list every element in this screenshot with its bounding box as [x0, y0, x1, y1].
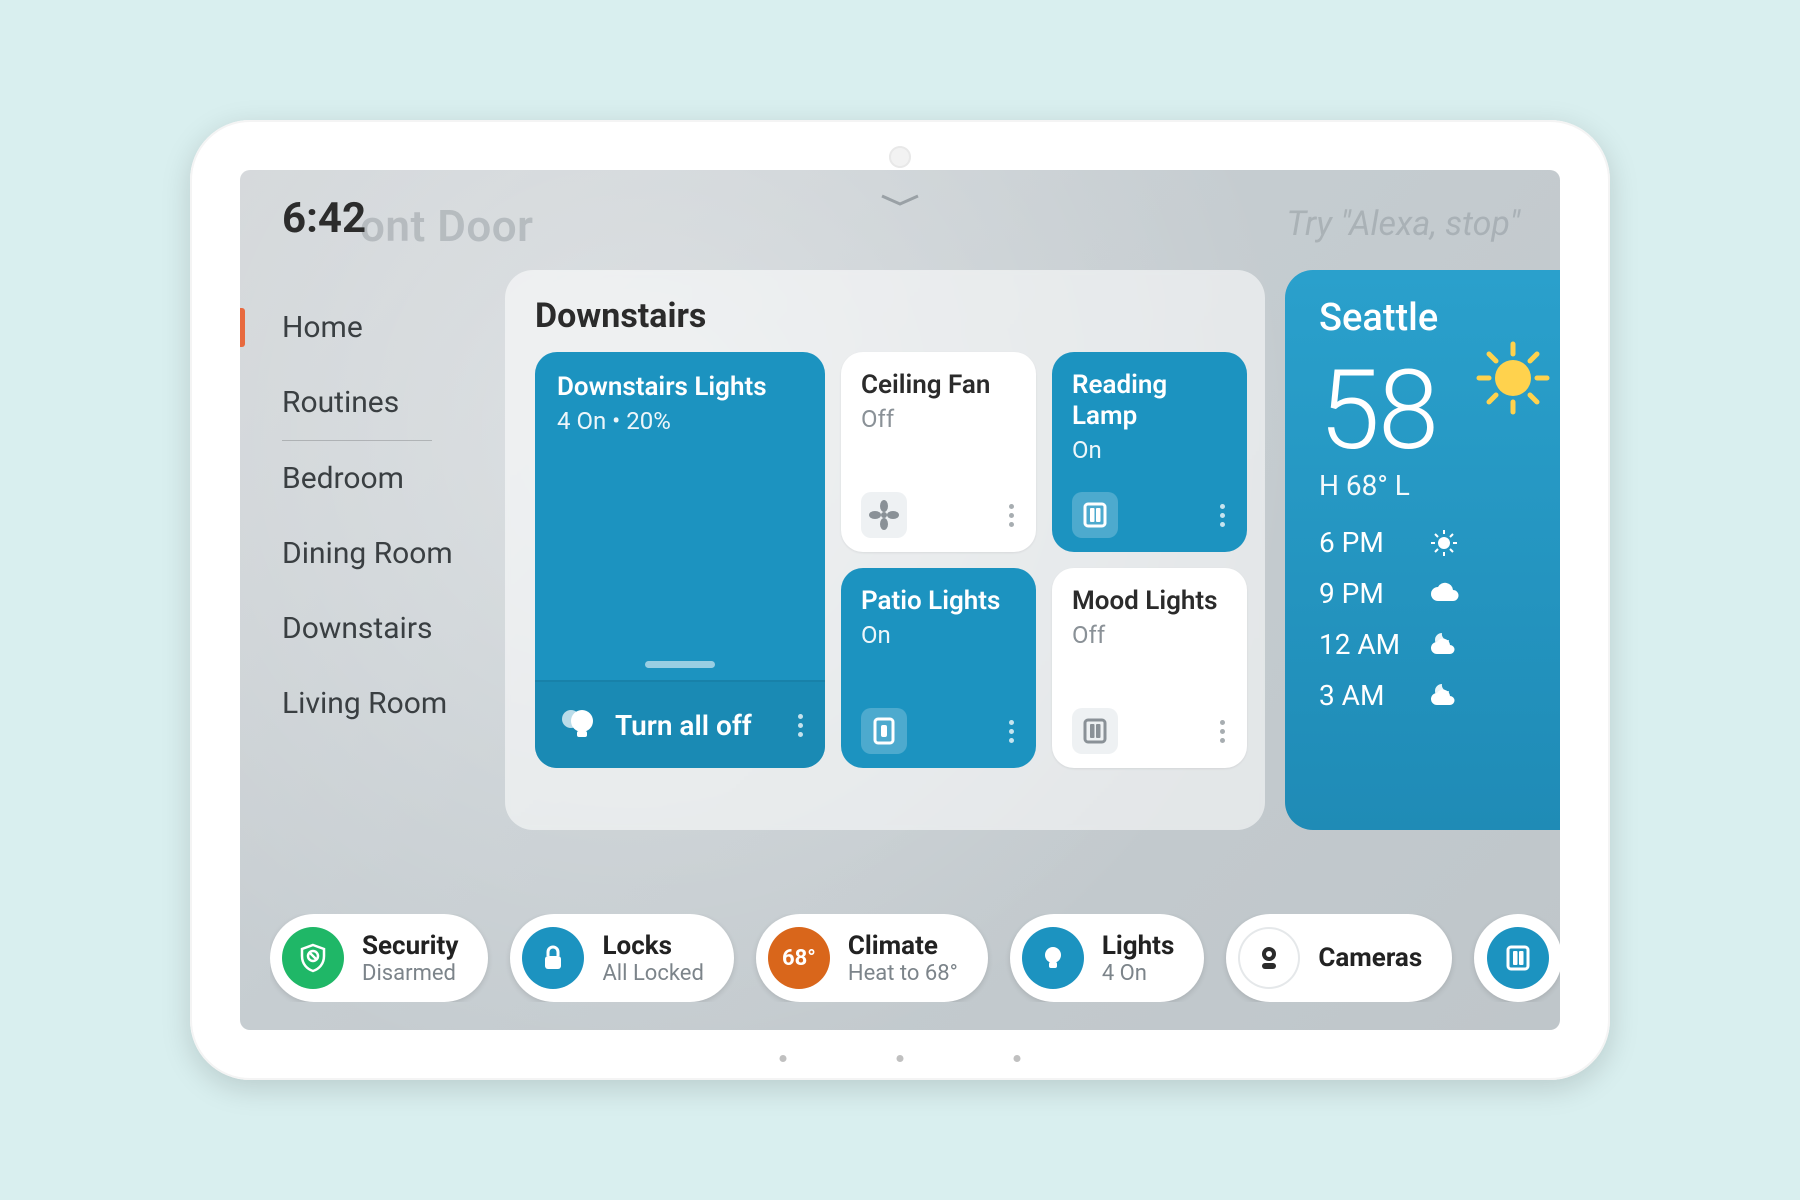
tile-patio-lights[interactable]: Patio Lights On	[841, 568, 1036, 768]
turn-all-off-label: Turn all off	[615, 709, 774, 742]
chip-security[interactable]: SecurityDisarmed	[270, 914, 488, 1002]
chip-title: Climate	[848, 931, 958, 961]
device-frame: ont Door Try "Alexa, stop" 6:42 Home Rou…	[190, 120, 1610, 1080]
more-icon[interactable]	[1214, 498, 1231, 533]
sidebar-item-label: Dining Room	[282, 536, 453, 571]
chip-title: Locks	[602, 931, 703, 961]
forecast-row: 9 PM	[1319, 577, 1541, 610]
chip-lights[interactable]: Lights4 On	[1010, 914, 1205, 1002]
background-title-faded: ont Door	[360, 200, 534, 252]
outlet-icon	[861, 708, 907, 754]
chip-subtitle: Heat to 68°	[848, 961, 958, 986]
cloud-night-icon	[1429, 630, 1459, 660]
clock: 6:42	[282, 194, 366, 243]
tile-title: Reading Lamp	[1072, 370, 1231, 432]
device-mic-dots	[780, 1055, 1021, 1062]
tile-subtitle: 4 On • 20%	[557, 407, 803, 435]
device-camera	[889, 146, 911, 168]
more-icon[interactable]	[1003, 498, 1020, 533]
tile-state: On	[1072, 436, 1231, 464]
tile-reading-lamp[interactable]: Reading Lamp On	[1052, 352, 1247, 552]
sidebar-item-living-room[interactable]: Living Room	[240, 666, 490, 741]
cloud-icon	[1429, 579, 1459, 609]
turn-all-off-button[interactable]: Turn all off	[535, 680, 825, 768]
sidebar-item-bedroom[interactable]: Bedroom	[240, 441, 490, 516]
panel-title: Downstairs	[535, 296, 1235, 336]
lock-icon	[522, 927, 584, 989]
weather-hilo: H 68° L	[1319, 469, 1541, 502]
tile-state: Off	[861, 405, 1020, 433]
thermostat-icon: 68°	[768, 927, 830, 989]
forecast-row: 12 AM	[1319, 628, 1541, 661]
sidebar-item-label: Routines	[282, 385, 399, 420]
status-chip-row[interactable]: SecurityDisarmed LocksAll Locked 68° Cli…	[270, 914, 1560, 1002]
weather-city: Seattle	[1319, 296, 1541, 340]
sidebar-item-home[interactable]: Home	[240, 290, 490, 365]
chip-title: Cameras	[1318, 943, 1422, 973]
sidebar-item-label: Bedroom	[282, 461, 404, 496]
sidebar-item-downstairs[interactable]: Downstairs	[240, 591, 490, 666]
more-icon[interactable]	[1003, 714, 1020, 749]
switch-icon	[1072, 492, 1118, 538]
switch-icon	[1072, 708, 1118, 754]
tile-title: Downstairs Lights	[557, 372, 803, 403]
sidebar-item-label: Downstairs	[282, 611, 432, 646]
sidebar-item-label: Home	[282, 310, 363, 345]
group-panel: Downstairs Downstairs Lights 4 On • 20% …	[505, 270, 1265, 830]
cloud-night-icon	[1429, 681, 1459, 711]
more-icon[interactable]	[1214, 714, 1231, 749]
sun-small-icon	[1429, 528, 1459, 558]
sidebar: Home Routines Bedroom Dining Room Downst…	[240, 290, 490, 741]
weather-card[interactable]: Seattle 58 H 68° L 6 PM 9 PM 12 AM 3 AM	[1285, 270, 1560, 830]
shield-icon	[282, 927, 344, 989]
tile-title: Mood Lights	[1072, 586, 1231, 617]
pull-down-handle-icon[interactable]	[878, 190, 922, 214]
sun-icon	[1473, 338, 1553, 418]
chip-subtitle: Disarmed	[362, 961, 458, 986]
bulb-group-icon	[557, 703, 597, 747]
tile-state: Off	[1072, 621, 1231, 649]
sidebar-item-dining-room[interactable]: Dining Room	[240, 516, 490, 591]
tile-ceiling-fan[interactable]: Ceiling Fan Off	[841, 352, 1036, 552]
tile-downstairs-lights[interactable]: Downstairs Lights 4 On • 20% Turn all of…	[535, 352, 825, 768]
forecast-row: 6 PM	[1319, 526, 1541, 559]
forecast-list: 6 PM 9 PM 12 AM 3 AM	[1319, 526, 1541, 712]
background-hint-faded: Try "Alexa, stop"	[1287, 204, 1520, 244]
chip-cameras[interactable]: Cameras	[1226, 914, 1452, 1002]
tile-mood-lights[interactable]: Mood Lights Off	[1052, 568, 1247, 768]
sidebar-item-routines[interactable]: Routines	[240, 365, 490, 440]
bulb-icon	[1022, 927, 1084, 989]
tile-title: Patio Lights	[861, 586, 1020, 617]
fan-icon	[861, 492, 907, 538]
more-icon[interactable]	[792, 708, 809, 743]
brightness-slider[interactable]	[645, 661, 715, 668]
chip-subtitle: All Locked	[602, 961, 703, 986]
tile-title: Ceiling Fan	[861, 370, 1020, 401]
chip-title: Security	[362, 931, 458, 961]
tile-state: On	[861, 621, 1020, 649]
chip-subtitle: 4 On	[1102, 961, 1175, 986]
screen: ont Door Try "Alexa, stop" 6:42 Home Rou…	[240, 170, 1560, 1030]
camera-icon	[1238, 927, 1300, 989]
switch-icon	[1487, 927, 1549, 989]
forecast-row: 3 AM	[1319, 679, 1541, 712]
chip-climate[interactable]: 68° ClimateHeat to 68°	[756, 914, 988, 1002]
chip-locks[interactable]: LocksAll Locked	[510, 914, 733, 1002]
chip-switches[interactable]	[1474, 914, 1560, 1002]
sidebar-item-label: Living Room	[282, 686, 447, 721]
chip-title: Lights	[1102, 931, 1175, 961]
